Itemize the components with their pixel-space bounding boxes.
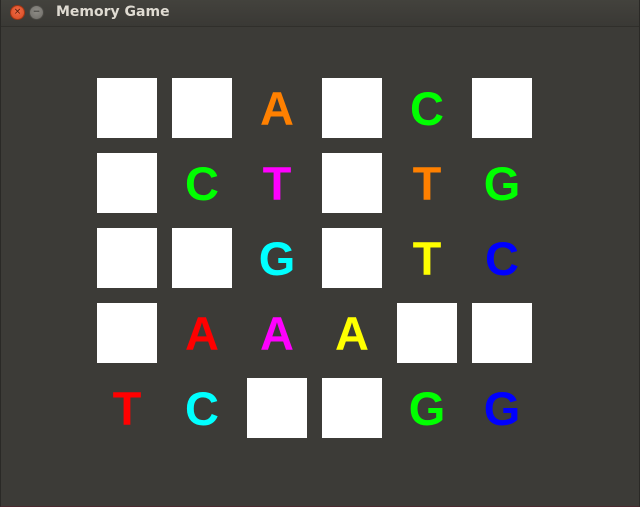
card-revealed-g[interactable]: G bbox=[472, 378, 532, 438]
card-revealed-c[interactable]: C bbox=[472, 228, 532, 288]
card-revealed-c[interactable]: C bbox=[397, 78, 457, 138]
card-revealed-a[interactable]: A bbox=[322, 303, 382, 363]
close-icon[interactable]: × bbox=[10, 5, 25, 20]
card-revealed-c[interactable]: C bbox=[172, 378, 232, 438]
card-hidden[interactable] bbox=[322, 153, 382, 213]
card-revealed-t[interactable]: T bbox=[397, 228, 457, 288]
card-revealed-t[interactable]: T bbox=[397, 153, 457, 213]
card-hidden[interactable] bbox=[97, 303, 157, 363]
card-hidden[interactable] bbox=[172, 78, 232, 138]
card-hidden[interactable] bbox=[97, 228, 157, 288]
title-bar: × − Memory Game bbox=[1, 0, 639, 27]
card-hidden[interactable] bbox=[322, 378, 382, 438]
card-revealed-t[interactable]: T bbox=[97, 378, 157, 438]
window-title: Memory Game bbox=[56, 4, 170, 20]
minimize-icon[interactable]: − bbox=[29, 5, 44, 20]
card-hidden[interactable] bbox=[322, 78, 382, 138]
card-revealed-a[interactable]: A bbox=[247, 78, 307, 138]
card-revealed-g[interactable]: G bbox=[397, 378, 457, 438]
card-hidden[interactable] bbox=[97, 78, 157, 138]
card-hidden[interactable] bbox=[322, 228, 382, 288]
card-revealed-t[interactable]: T bbox=[247, 153, 307, 213]
game-board: ACCTTGGTCAAATCGG bbox=[97, 78, 532, 438]
card-hidden[interactable] bbox=[247, 378, 307, 438]
memory-game-window: × − Memory Game ACCTTGGTCAAATCGG bbox=[0, 0, 640, 507]
card-hidden[interactable] bbox=[472, 303, 532, 363]
card-hidden[interactable] bbox=[172, 228, 232, 288]
card-revealed-g[interactable]: G bbox=[247, 228, 307, 288]
card-revealed-g[interactable]: G bbox=[472, 153, 532, 213]
card-hidden[interactable] bbox=[397, 303, 457, 363]
card-revealed-c[interactable]: C bbox=[172, 153, 232, 213]
card-revealed-a[interactable]: A bbox=[247, 303, 307, 363]
card-hidden[interactable] bbox=[97, 153, 157, 213]
card-hidden[interactable] bbox=[472, 78, 532, 138]
card-revealed-a[interactable]: A bbox=[172, 303, 232, 363]
